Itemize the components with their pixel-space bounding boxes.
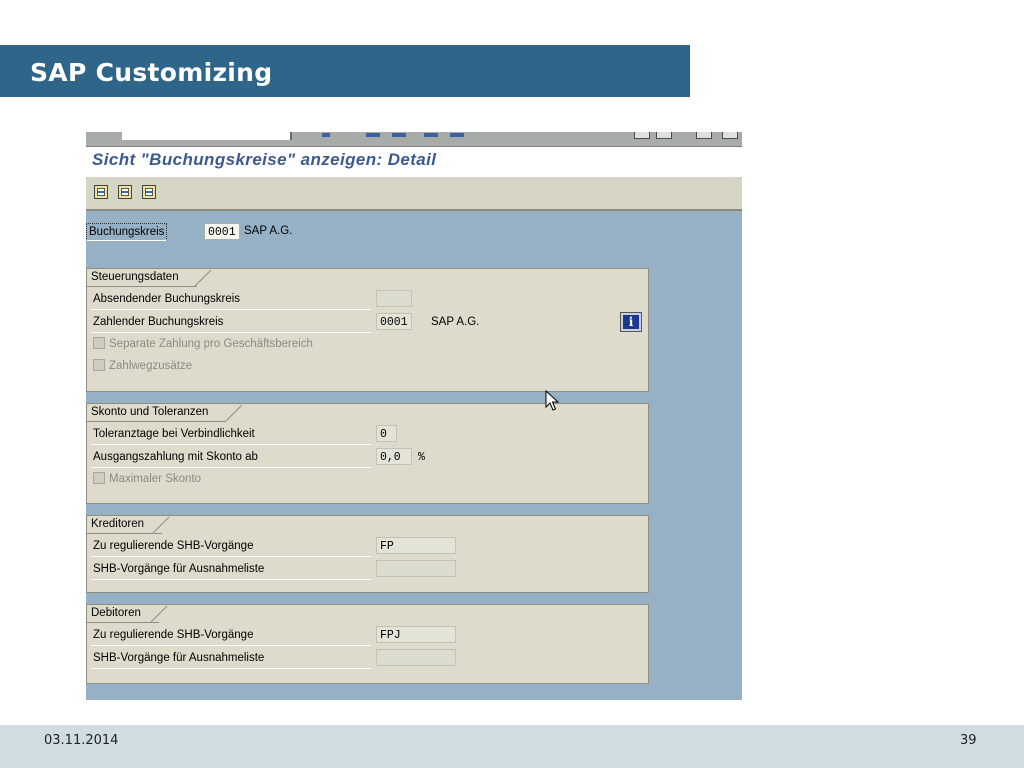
divider	[91, 309, 371, 310]
paying-company-name: SAP A.G.	[431, 316, 480, 328]
outgoing-payment-field[interactable]: 0,0	[376, 448, 412, 465]
toolbar-icon[interactable]	[722, 132, 738, 139]
toolbar-icon[interactable]	[450, 133, 464, 137]
slide-title: SAP Customizing	[30, 58, 273, 87]
tolerance-days-field[interactable]: 0	[376, 425, 397, 442]
checkbox-icon[interactable]	[93, 337, 105, 349]
other-entry-icon[interactable]	[142, 185, 156, 199]
previous-entry-icon[interactable]	[94, 185, 108, 199]
company-code-field[interactable]: 0001	[204, 223, 240, 240]
toolbar-icon[interactable]	[366, 133, 380, 137]
divider	[91, 556, 371, 557]
payment-method-label: Zahlwegzusätze	[109, 360, 193, 372]
command-field[interactable]	[122, 132, 292, 140]
customer-exception-field[interactable]	[376, 649, 456, 666]
toolbar-icon[interactable]	[656, 132, 672, 139]
divider	[91, 467, 371, 468]
group-title: Debitoren	[87, 605, 159, 623]
slide-footer	[0, 725, 1024, 768]
company-code-row: Buchungskreis 0001 SAP A.G.	[86, 222, 486, 242]
group-discount-tolerances: Skonto und Toleranzen Toleranztage bei V…	[86, 403, 649, 504]
vendor-shb-label: Zu regulierende SHB-Vorgänge	[93, 540, 254, 552]
info-icon[interactable]: i	[620, 312, 642, 332]
page-number: 39	[960, 733, 977, 748]
application-toolbar	[86, 177, 742, 211]
sending-company-field[interactable]	[376, 290, 412, 307]
customer-exception-label: SHB-Vorgänge für Ausnahmeliste	[93, 652, 265, 664]
toolbar-icon[interactable]	[634, 132, 650, 139]
toolbar-icon[interactable]	[424, 133, 438, 137]
tolerance-days-label: Toleranztage bei Verbindlichkeit	[93, 428, 255, 440]
group-vendors: Kreditoren Zu regulierende SHB-Vorgänge …	[86, 515, 649, 593]
divider	[91, 579, 371, 580]
sending-company-label: Absendender Buchungskreis	[93, 293, 241, 305]
vendor-shb-field[interactable]: FP	[376, 537, 456, 554]
group-tab-edge	[151, 605, 168, 623]
company-code-name: SAP A.G.	[244, 225, 293, 237]
max-discount-label: Maximaler Skonto	[109, 473, 202, 485]
customer-shb-field[interactable]: FPJ	[376, 626, 456, 643]
separate-payment-label: Separate Zahlung pro Geschäftsbereich	[109, 338, 313, 350]
group-title: Steuerungsdaten	[87, 269, 197, 287]
toolbar-icon[interactable]	[392, 133, 406, 137]
toolbar-icon[interactable]	[696, 132, 712, 139]
group-tab-edge	[226, 404, 243, 422]
divider	[91, 645, 371, 646]
customer-shb-label: Zu regulierende SHB-Vorgänge	[93, 629, 254, 641]
group-title: Skonto und Toleranzen	[87, 404, 227, 422]
checkbox-icon[interactable]	[93, 472, 105, 484]
payment-method-checkbox-row[interactable]: Zahlwegzusätze	[93, 358, 192, 375]
sap-screenshot: Sicht "Buchungskreise" anzeigen: Detail …	[86, 132, 742, 700]
divider	[91, 668, 371, 669]
sap-screen-title: Sicht "Buchungskreise" anzeigen: Detail	[92, 150, 437, 169]
max-discount-checkbox-row[interactable]: Maximaler Skonto	[93, 471, 201, 488]
group-control-data: Steuerungsdaten Absendender Buchungskrei…	[86, 268, 649, 392]
group-customers: Debitoren Zu regulierende SHB-Vorgänge F…	[86, 604, 649, 684]
vendor-exception-field[interactable]	[376, 560, 456, 577]
outgoing-payment-label: Ausgangszahlung mit Skonto ab	[93, 451, 258, 463]
group-tab-edge	[153, 516, 170, 534]
paying-company-field[interactable]: 0001	[376, 313, 412, 330]
footer-date: 03.11.2014	[44, 733, 119, 748]
separate-payment-checkbox-row[interactable]: Separate Zahlung pro Geschäftsbereich	[93, 336, 313, 353]
next-entry-icon[interactable]	[118, 185, 132, 199]
group-title: Kreditoren	[87, 516, 163, 534]
sap-system-toolbar	[86, 132, 742, 147]
company-code-label: Buchungskreis	[86, 223, 168, 241]
group-tab-edge	[195, 269, 212, 287]
checkbox-icon[interactable]	[93, 359, 105, 371]
toolbar-icon[interactable]	[322, 133, 330, 137]
divider	[91, 444, 371, 445]
divider	[91, 332, 371, 333]
paying-company-label: Zahlender Buchungskreis	[93, 316, 224, 328]
vendor-exception-label: SHB-Vorgänge für Ausnahmeliste	[93, 563, 265, 575]
mouse-cursor-icon	[545, 390, 560, 411]
percent-unit: %	[418, 451, 425, 464]
